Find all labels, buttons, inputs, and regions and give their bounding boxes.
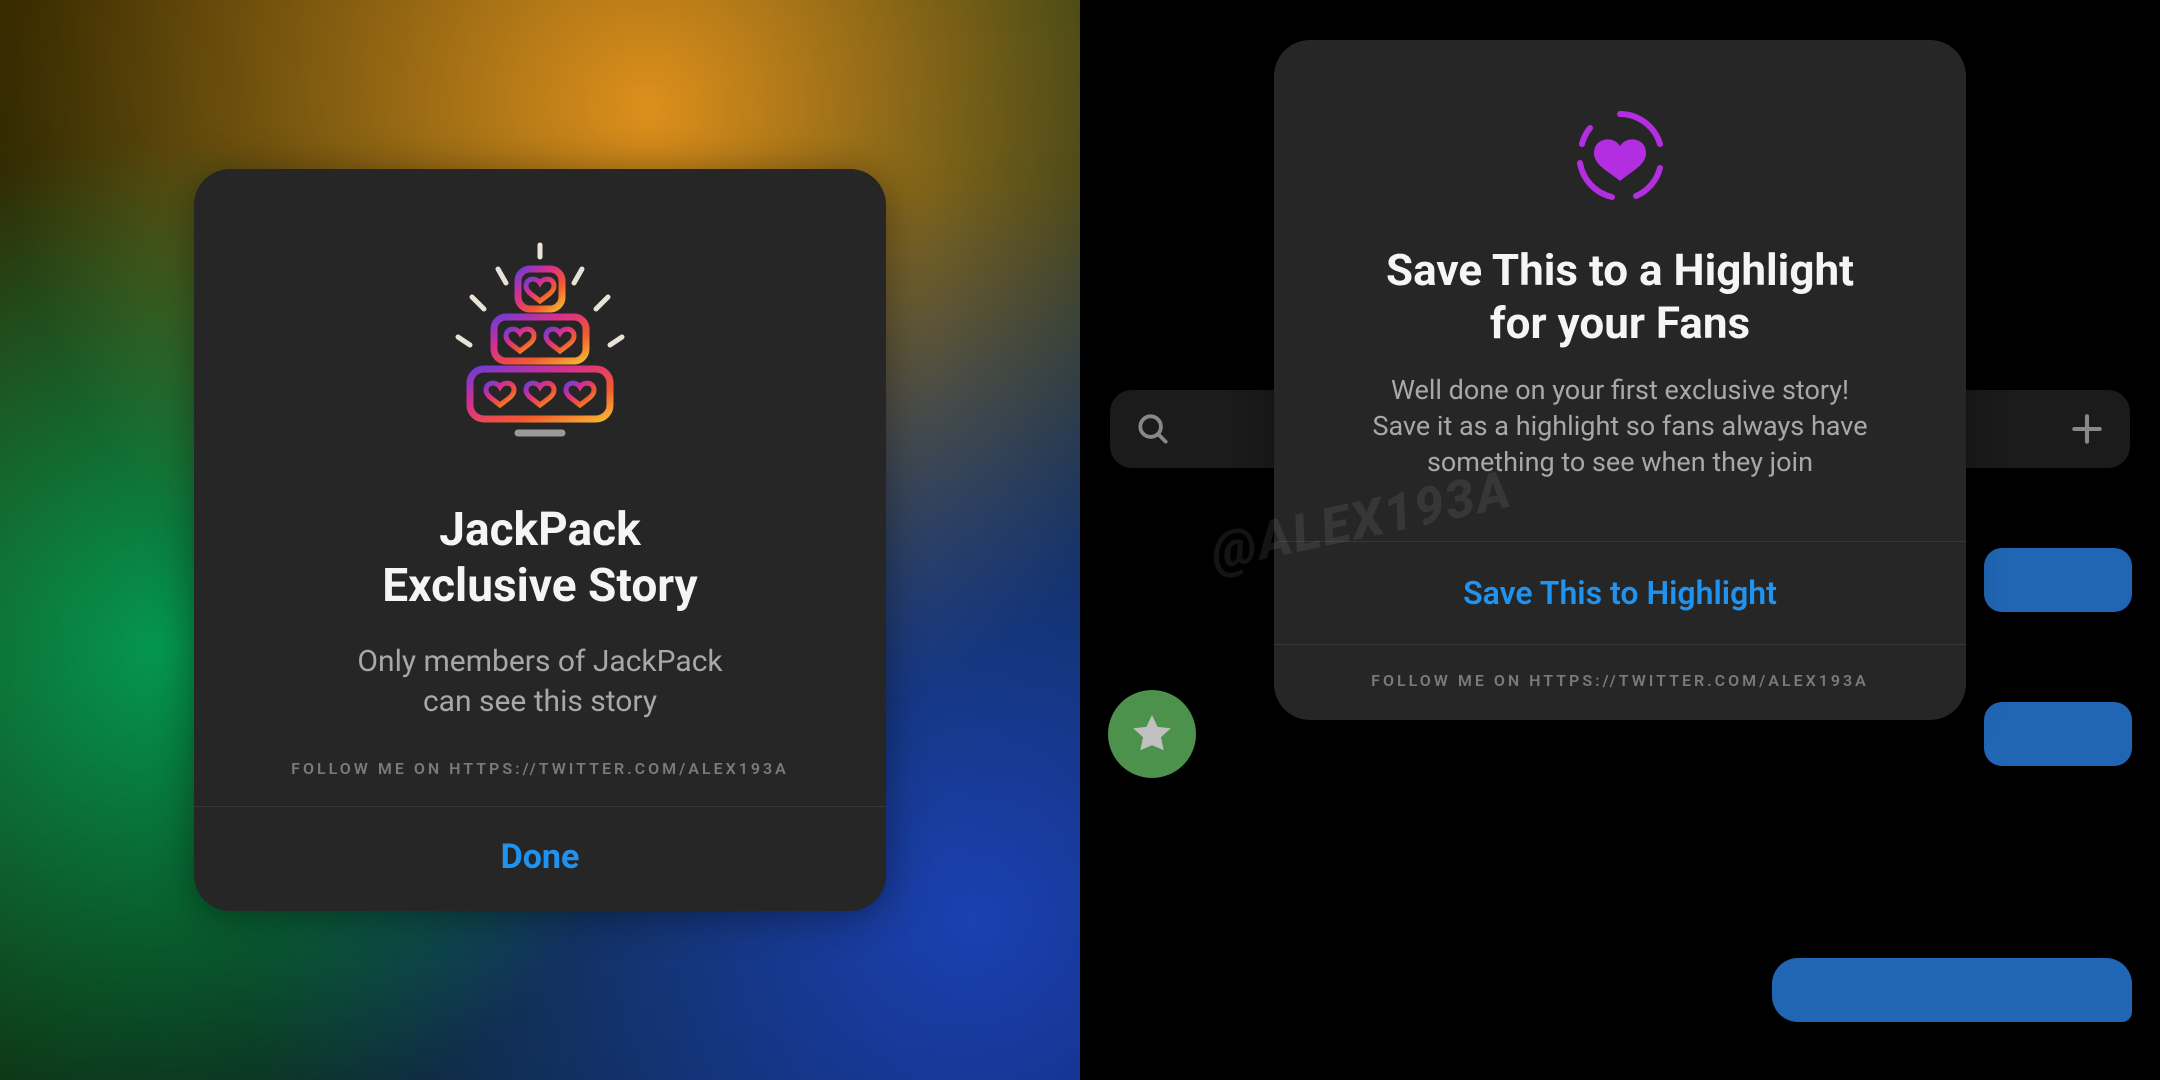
hearts-cake-icon <box>420 229 660 469</box>
plus-icon <box>2068 410 2106 448</box>
right-panel: @ALEX193A Save This to a Highlight for y… <box>1080 0 2160 1080</box>
save-highlight-button[interactable]: Save This to Highlight <box>1274 542 1966 644</box>
card-subtitle: Only members of JackPack can see this st… <box>297 642 782 723</box>
star-avatar <box>1108 690 1196 778</box>
title-line: for your Fans <box>1490 297 1750 349</box>
follow-line: FOLLOW ME ON HTTPS://TWITTER.COM/ALEX193… <box>1371 645 1869 720</box>
search-icon <box>1134 410 1172 448</box>
chat-bubble <box>1984 702 2132 766</box>
subtitle-line: Save it as a highlight so fans always ha… <box>1372 410 1867 442</box>
title-line: Exclusive Story <box>382 559 697 613</box>
star-icon <box>1129 711 1175 757</box>
done-button[interactable]: Done <box>194 807 886 911</box>
title-line: JackPack <box>439 503 640 557</box>
chat-bubble <box>1772 958 2132 1022</box>
subtitle-line: something to see when they join <box>1427 446 1813 478</box>
chat-bubble <box>1984 548 2132 612</box>
exclusive-story-card: JackPack Exclusive Story Only members of… <box>194 169 886 910</box>
subtitle-line: Only members of JackPack <box>357 644 722 679</box>
subtitle-line: Well done on your first exclusive story! <box>1391 374 1849 406</box>
card-title: Save This to a Highlight for your Fans <box>1346 244 1894 350</box>
card-title: JackPack Exclusive Story <box>342 503 737 613</box>
card-subtitle: Well done on your first exclusive story!… <box>1324 372 1915 481</box>
title-line: Save This to a Highlight <box>1386 244 1854 296</box>
highlight-card: Save This to a Highlight for your Fans W… <box>1274 40 1966 720</box>
subtitle-line: can see this story <box>423 684 657 719</box>
left-panel: @ALEX193A @ALEX193A @ALEX193A <box>0 0 1080 1080</box>
follow-line: FOLLOW ME ON HTTPS://TWITTER.COM/ALEX193… <box>291 759 789 778</box>
heart-ring-icon <box>1560 96 1680 216</box>
